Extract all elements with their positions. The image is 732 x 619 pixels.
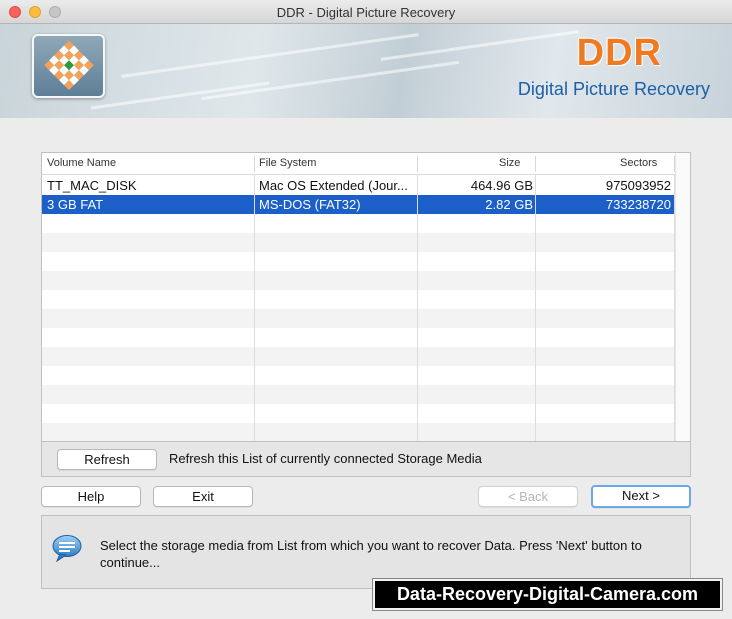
cell-sectors: 975093952 [605, 178, 671, 193]
cell-size: 2.82 GB [485, 197, 533, 212]
window-title: DDR - Digital Picture Recovery [276, 5, 456, 20]
refresh-button[interactable]: Refresh [57, 449, 157, 470]
instruction-panel: Select the storage media from List from … [41, 515, 691, 589]
storage-media-table[interactable]: Volume Name File System Size Sectors TT_… [41, 152, 691, 442]
table-row[interactable] [42, 423, 676, 441]
cell-file-system: Mac OS Extended (Jour... [259, 178, 408, 193]
column-header-volume-name[interactable]: Volume Name [47, 157, 116, 169]
column-header-sectors[interactable]: Sectors [620, 157, 657, 169]
exit-button[interactable]: Exit [153, 486, 253, 507]
refresh-description: Refresh this List of currently connected… [169, 451, 482, 466]
table-row[interactable] [42, 233, 676, 252]
table-row[interactable]: TT_MAC_DISK Mac OS Extended (Jour... 464.9… [42, 176, 676, 195]
table-row[interactable] [42, 290, 676, 309]
table-row[interactable] [42, 404, 676, 423]
table-row[interactable] [42, 214, 676, 233]
cell-size: 464.96 GB [470, 178, 533, 193]
table-row[interactable] [42, 252, 676, 271]
table-scrollbar[interactable] [675, 153, 690, 441]
checker-logo-icon [44, 40, 95, 92]
column-header-size[interactable]: Size [499, 157, 520, 169]
refresh-bar: Refresh Refresh this List of currently c… [41, 442, 691, 477]
table-row[interactable] [42, 366, 676, 385]
table-row[interactable] [42, 347, 676, 366]
cell-sectors: 733238720 [605, 197, 671, 212]
table-row[interactable] [42, 309, 676, 328]
instruction-text: Select the storage media from List from … [100, 538, 642, 570]
website-watermark: Data-Recovery-Digital-Camera.com [373, 579, 722, 610]
table-row[interactable] [42, 385, 676, 404]
table-row[interactable]: 3 GB FAT MS-DOS (FAT32) 2.82 GB 733238720 [42, 195, 676, 214]
title-bar: DDR - Digital Picture Recovery [0, 0, 732, 24]
header-banner: DDR Digital Picture Recovery [0, 24, 732, 118]
cell-file-system: MS-DOS (FAT32) [259, 197, 361, 212]
app-logo [32, 34, 105, 98]
table-row[interactable] [42, 328, 676, 347]
brand-title: DDR [576, 32, 662, 74]
cell-volume-name: TT_MAC_DISK [47, 178, 137, 193]
table-header: Volume Name File System Size Sectors [42, 153, 676, 175]
next-button[interactable]: Next > [591, 485, 691, 508]
table-row[interactable] [42, 271, 676, 290]
column-header-file-system[interactable]: File System [259, 157, 316, 169]
cell-volume-name: 3 GB FAT [47, 197, 104, 212]
back-button[interactable]: < Back [478, 486, 578, 507]
speech-bubble-icon [52, 535, 82, 562]
help-button[interactable]: Help [41, 486, 141, 507]
brand-subtitle: Digital Picture Recovery [517, 79, 710, 99]
